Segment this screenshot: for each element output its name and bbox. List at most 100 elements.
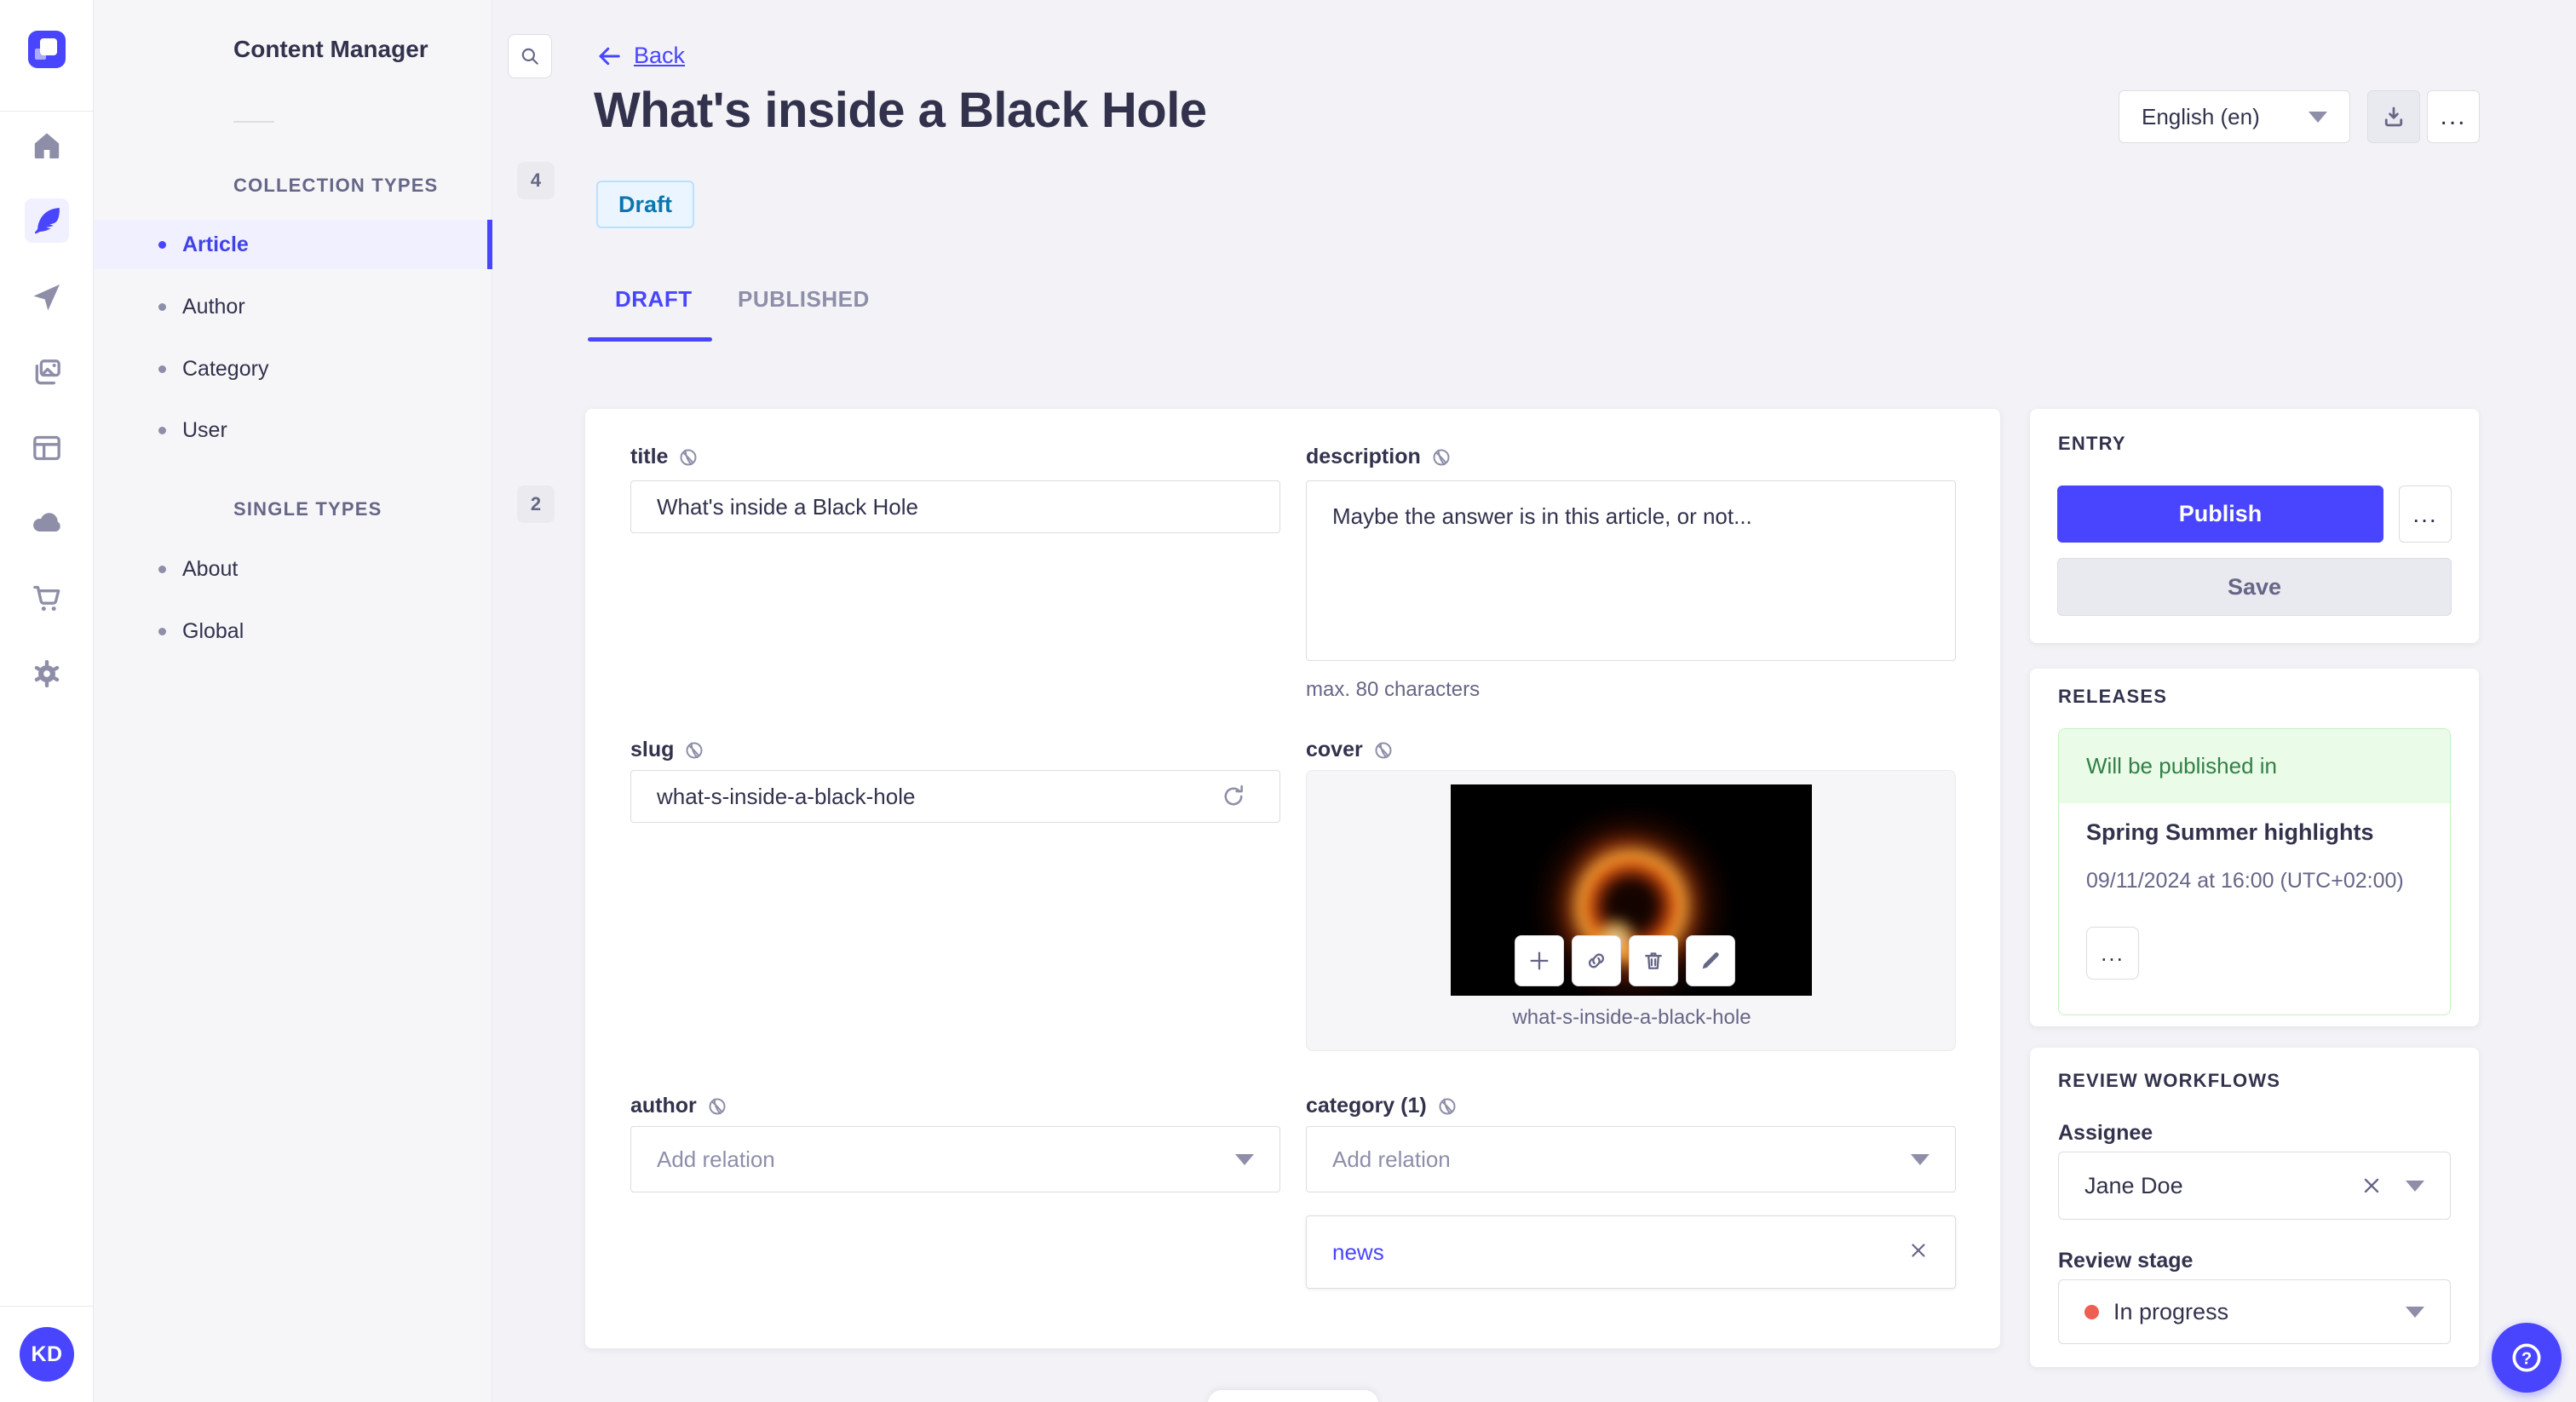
search-button[interactable] [508, 34, 552, 78]
subnav-title: Content Manager [233, 36, 428, 62]
bottom-peek-card [1208, 1390, 1378, 1402]
locale-value: English (en) [2142, 103, 2260, 129]
sidebar-item-article[interactable]: Article [94, 220, 492, 269]
rail-bottom-divider [0, 1306, 94, 1307]
category-relation-combobox[interactable]: Add relation [1306, 1126, 1956, 1192]
chevron-down-icon [2309, 111, 2327, 123]
description-textarea[interactable]: Maybe the answer is in this article, or … [1306, 480, 1956, 661]
single-types-count-badge: 2 [517, 486, 555, 523]
entry-heading: ENTRY [2058, 433, 2126, 454]
settings-gear-icon[interactable] [28, 655, 66, 692]
description-field-label: description [1306, 445, 1452, 469]
sidebar-item-global[interactable]: Global [94, 606, 492, 656]
sidebar-item-label: Author [182, 294, 245, 319]
review-workflows-panel: REVIEW WORKFLOWS Assignee Jane Doe Revie… [2030, 1048, 2479, 1367]
globe-icon [686, 742, 703, 758]
cover-delete-button[interactable] [1629, 935, 1678, 986]
sidebar-item-label: Article [182, 232, 249, 256]
clear-icon[interactable] [2360, 1174, 2383, 1198]
help-button[interactable]: ? [2492, 1323, 2562, 1393]
bullet-icon [158, 302, 166, 311]
plus-icon [1530, 951, 1549, 970]
refresh-icon [1224, 784, 1243, 806]
releases-panel: RELEASES Will be published in Spring Sum… [2030, 669, 2479, 1026]
sidebar-item-label: User [182, 417, 227, 442]
author-field-label: author [630, 1094, 727, 1118]
help-icon: ? [2512, 1343, 2541, 1372]
header-more-button[interactable]: ... [2427, 90, 2480, 143]
close-icon [1912, 1243, 1925, 1257]
chevron-down-icon [2406, 1180, 2424, 1192]
title-field-label: title [630, 445, 699, 469]
stage-value: In progress [2113, 1298, 2229, 1324]
remove-relation-button[interactable] [1907, 1239, 1929, 1266]
publish-button[interactable]: Publish [2057, 486, 2383, 543]
category-placeholder: Add relation [1332, 1146, 1451, 1172]
relation-news-link[interactable]: news [1332, 1239, 1384, 1266]
trash-icon [1645, 952, 1662, 969]
releases-heading: RELEASES [2058, 686, 2168, 707]
back-label: Back [634, 43, 686, 68]
rail-divider [0, 111, 94, 112]
collection-types-label: COLLECTION TYPES [233, 175, 439, 196]
strapi-logo[interactable] [28, 31, 66, 68]
regenerate-slug-button[interactable] [1219, 782, 1248, 815]
bullet-icon [158, 627, 166, 635]
status-badge: Draft [596, 181, 695, 228]
save-button[interactable]: Save [2057, 558, 2452, 616]
review-stage-select[interactable]: In progress [2058, 1279, 2451, 1344]
stage-status-dot [2084, 1304, 2099, 1319]
release-card: Will be published in Spring Summer highl… [2058, 728, 2451, 1015]
sidebar-item-category[interactable]: Category [94, 344, 492, 394]
search-icon [521, 48, 538, 65]
globe-icon [1375, 742, 1392, 758]
back-link[interactable]: Back [596, 43, 685, 69]
release-name: Spring Summer highlights [2086, 819, 2374, 845]
cover-toolbar [1515, 935, 1735, 986]
bullet-icon [158, 240, 166, 249]
tab-draft[interactable]: DRAFT [615, 286, 693, 313]
description-hint: max. 80 characters [1306, 678, 1481, 701]
home-icon[interactable] [28, 127, 66, 164]
locale-select[interactable]: English (en) [2119, 90, 2350, 143]
title-input[interactable] [630, 480, 1280, 533]
sidebar-item-about[interactable]: About [94, 544, 492, 594]
marketplace-icon[interactable] [28, 579, 66, 617]
cover-add-button[interactable] [1515, 935, 1564, 986]
author-placeholder: Add relation [657, 1146, 775, 1172]
content-manager-subnav: Content Manager COLLECTION TYPES 4 Artic… [94, 0, 555, 1402]
releases-icon[interactable] [28, 279, 66, 316]
cover-copy-link-button[interactable] [1572, 935, 1621, 986]
entry-more-button[interactable]: ... [2399, 486, 2452, 543]
subnav-divider [233, 121, 274, 123]
single-types-label: SINGLE TYPES [233, 498, 382, 520]
slug-field-label: slug [630, 738, 704, 762]
page-title: What's inside a Black Hole [594, 83, 1207, 138]
bullet-icon [158, 426, 166, 434]
tab-published[interactable]: PUBLISHED [738, 286, 870, 313]
author-relation-combobox[interactable]: Add relation [630, 1126, 1280, 1192]
bullet-icon [158, 565, 166, 573]
globe-icon [680, 449, 697, 465]
media-library-icon[interactable] [28, 354, 66, 392]
cloud-icon[interactable] [28, 504, 66, 542]
sidebar-item-author[interactable]: Author [94, 282, 492, 331]
cover-edit-button[interactable] [1686, 935, 1735, 986]
cover-field-label: cover [1306, 738, 1394, 762]
release-more-button[interactable]: ... [2086, 927, 2139, 980]
assignee-select[interactable]: Jane Doe [2058, 1152, 2451, 1220]
main-nav-rail: KD [0, 0, 94, 1402]
chevron-down-icon [1911, 1153, 1929, 1165]
content-type-builder-icon[interactable] [28, 429, 66, 467]
slug-input[interactable] [630, 770, 1280, 823]
globe-icon [1439, 1098, 1456, 1114]
content-manager-icon[interactable] [25, 198, 69, 243]
globe-icon [709, 1098, 726, 1114]
sidebar-item-user[interactable]: User [94, 405, 492, 455]
link-icon [1588, 953, 1605, 968]
release-date: 09/11/2024 at 16:00 (UTC+02:00) [2086, 869, 2404, 893]
user-avatar[interactable]: KD [20, 1327, 74, 1382]
arrow-left-icon [599, 47, 620, 65]
download-button[interactable] [2367, 90, 2420, 143]
review-stage-label: Review stage [2058, 1249, 2194, 1273]
